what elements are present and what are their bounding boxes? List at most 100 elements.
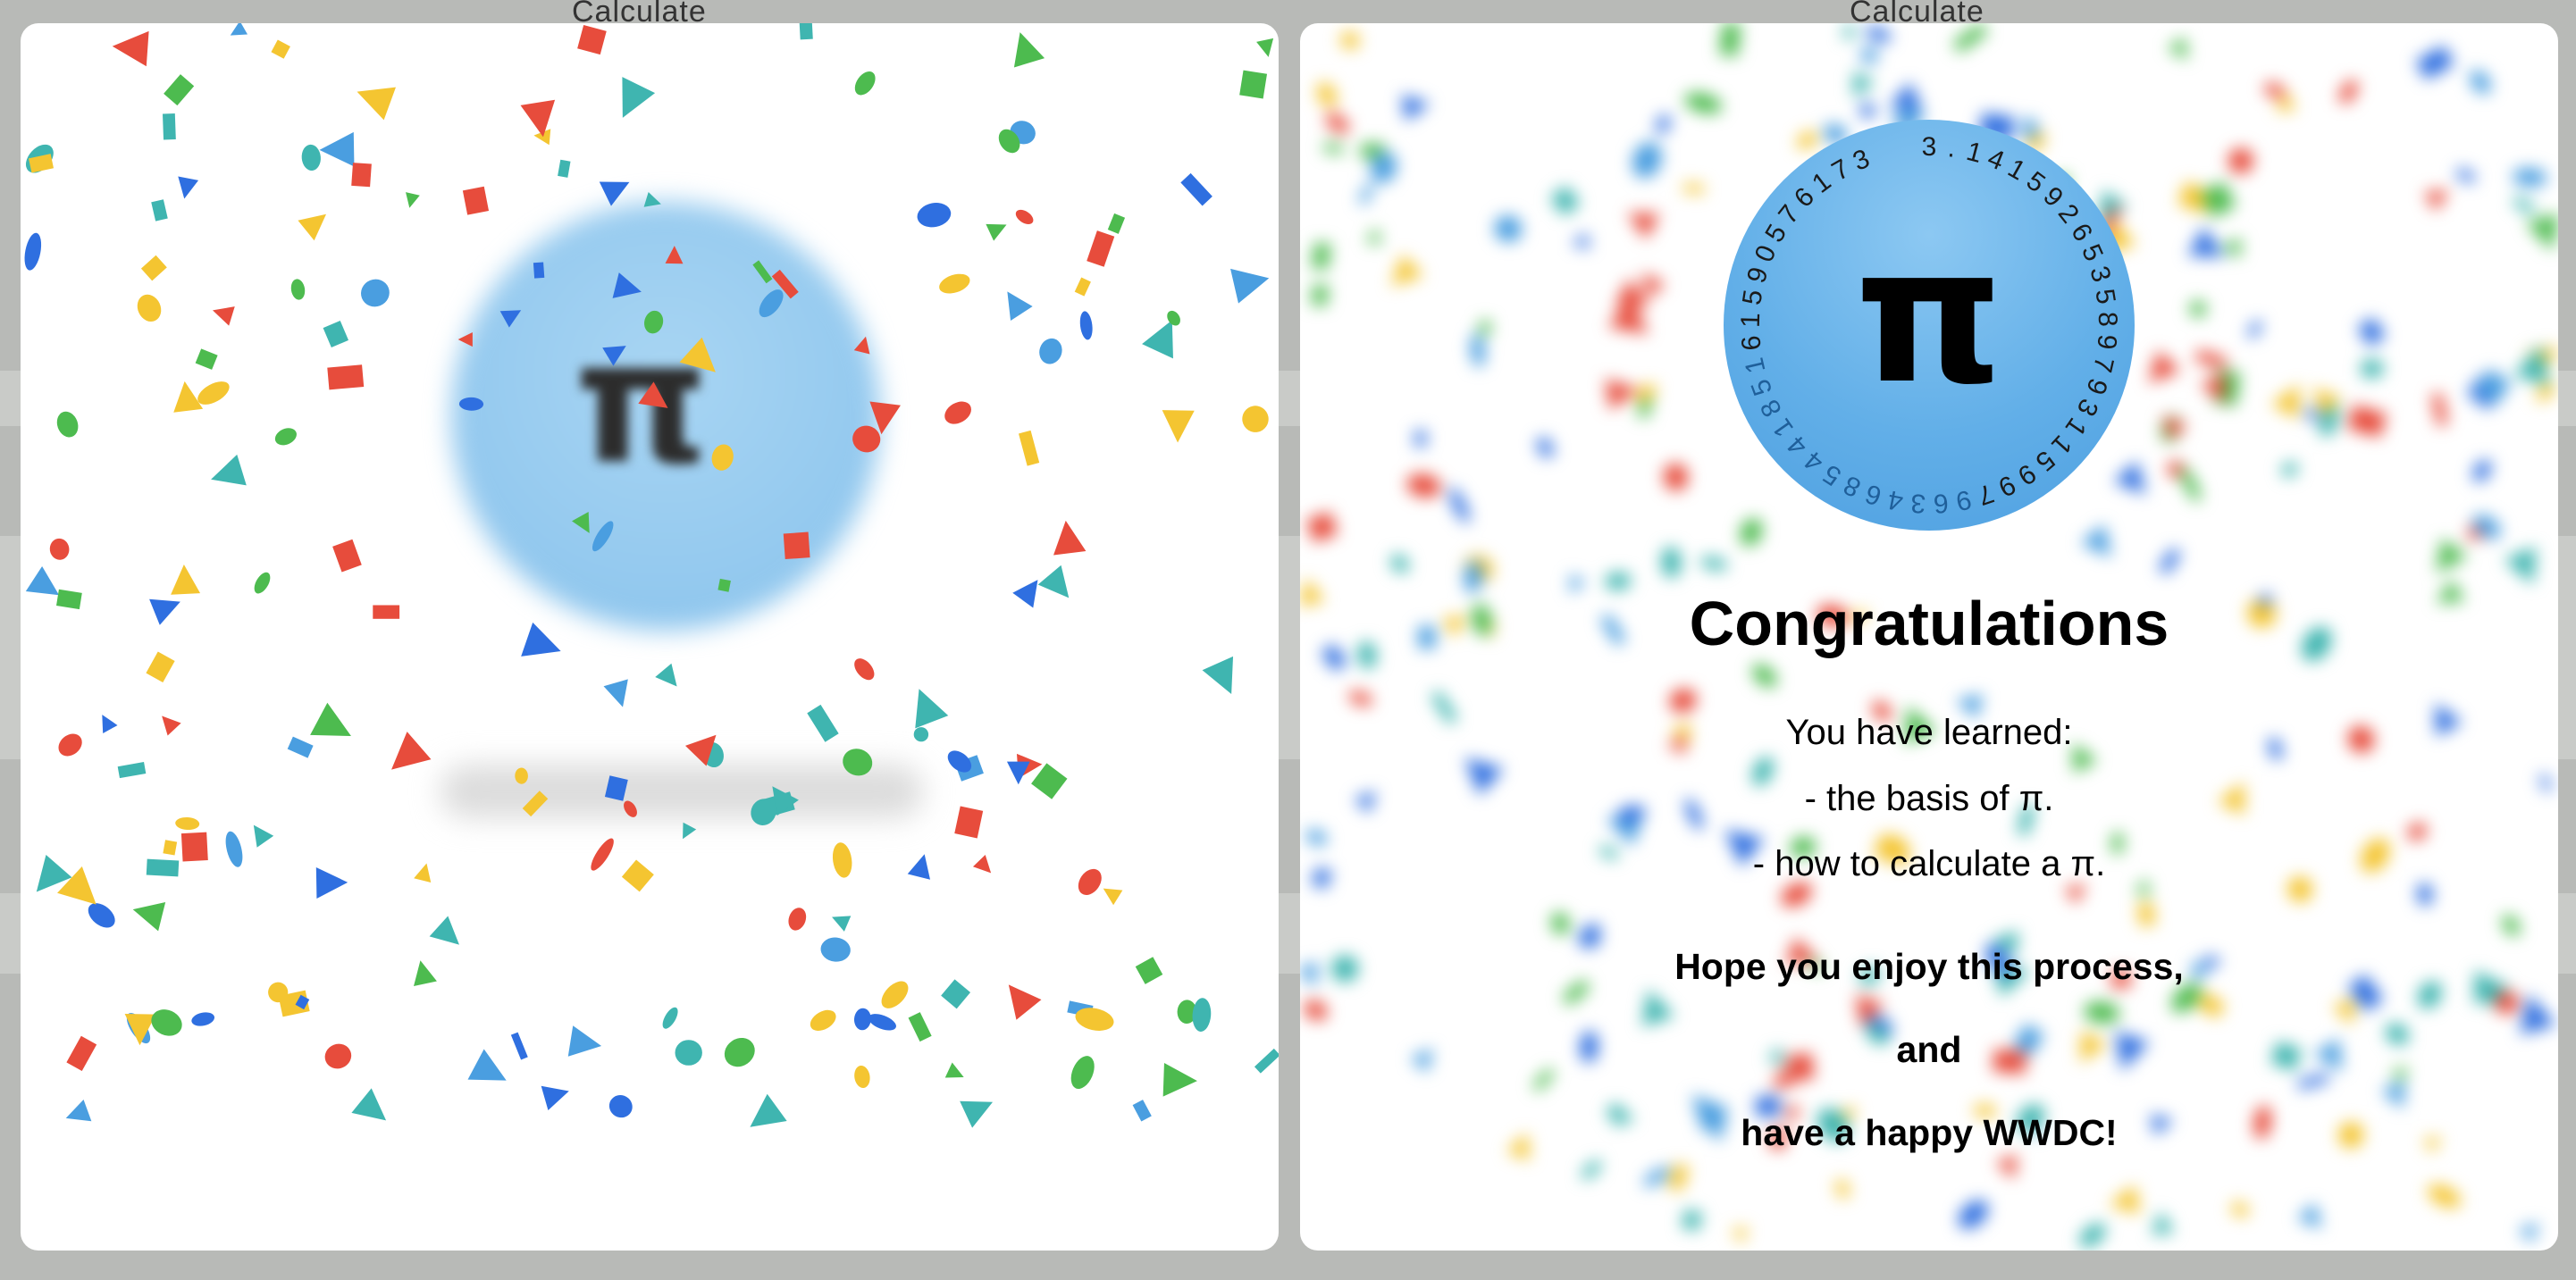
confetti-piece [1684, 92, 1723, 113]
confetti-piece [1242, 406, 1269, 432]
confetti-piece [66, 1035, 97, 1071]
confetti-piece [907, 854, 931, 880]
confetti-piece [254, 572, 271, 594]
confetti-piece [124, 1013, 156, 1046]
confetti-piece [58, 733, 82, 757]
confetti-piece [414, 863, 432, 883]
confetti-piece [56, 589, 82, 610]
confetti-piece [88, 903, 115, 928]
confetti-piece [467, 1049, 507, 1081]
confetti-piece [1448, 487, 1470, 523]
congratulations-title: Congratulations [1689, 589, 2169, 658]
confetti-piece [1239, 70, 1268, 99]
confetti-piece [854, 71, 876, 96]
confetti-piece [2513, 345, 2549, 385]
confetti-piece [2337, 79, 2360, 105]
confetti-piece [1859, 46, 1880, 65]
confetti-piece [351, 1088, 387, 1121]
confetti-piece [391, 732, 432, 770]
confetti-piece [591, 838, 614, 871]
confetti-piece [1535, 436, 1556, 459]
confetti-piece [1074, 277, 1091, 297]
confetti-piece [1952, 23, 1988, 53]
confetti-piece [287, 736, 314, 758]
confetti-piece [2472, 460, 2492, 482]
closing-line: have a happy WWDC! [1741, 1112, 2118, 1153]
confetti-piece [868, 1014, 896, 1031]
pi-badge: 3.14159265358979311599796346854418516159… [1724, 120, 2135, 531]
confetti-piece [36, 855, 72, 892]
confetti-piece [132, 901, 166, 932]
confetti-piece [2428, 1184, 2461, 1208]
confetti-piece [759, 289, 784, 318]
confetti-piece [151, 1009, 182, 1036]
confetti-piece [102, 715, 118, 734]
confetti-piece [319, 131, 355, 167]
confetti-piece [1853, 71, 1875, 98]
confetti-piece [1311, 284, 1329, 306]
confetti-piece [750, 1093, 787, 1127]
confetti-piece [592, 521, 614, 552]
confetti-piece [1641, 989, 1675, 1027]
confetti-piece [327, 364, 365, 390]
confetti-piece [499, 310, 522, 328]
confetti-piece [541, 1085, 569, 1110]
confetti-piece [1192, 998, 1212, 1032]
confetti-piece [2297, 1072, 2329, 1091]
confetti-piece [146, 651, 175, 683]
confetti-piece [151, 199, 168, 222]
confetti-piece [429, 916, 459, 945]
learned-label: You have learned: [1785, 713, 2073, 752]
confetti-piece [357, 87, 397, 121]
confetti-piece [1406, 473, 1441, 498]
confetti-piece [24, 232, 42, 271]
confetti-piece [724, 1037, 755, 1067]
confetti-piece [2357, 317, 2387, 347]
confetti-piece [854, 1065, 870, 1089]
confetti-piece [939, 273, 970, 294]
confetti-piece [137, 294, 162, 322]
confetti-piece [1551, 912, 1570, 935]
confetti-piece [843, 749, 873, 776]
confetti-piece [1053, 520, 1087, 556]
confetti-piece [954, 806, 984, 839]
confetti-piece [332, 539, 362, 573]
confetti-piece [195, 348, 218, 370]
left-panel: π [21, 23, 1279, 1251]
confetti-piece [662, 1007, 678, 1029]
confetti-piece [146, 858, 180, 877]
confetti-piece [1079, 311, 1093, 340]
confetti-piece [2436, 538, 2468, 573]
confetti-piece [608, 1095, 633, 1118]
confetti-piece [1324, 111, 1351, 136]
confetti-piece [56, 411, 79, 438]
confetti-piece [310, 702, 351, 737]
confetti-piece [2455, 167, 2476, 184]
confetti-piece [1078, 868, 1102, 895]
confetti-piece [414, 960, 437, 986]
confetti-piece [140, 255, 167, 281]
confetti-piece [599, 181, 630, 206]
confetti-piece [2180, 466, 2201, 503]
confetti-piece [1582, 1160, 1602, 1180]
confetti-piece [2136, 901, 2156, 927]
confetti-piece [1700, 556, 1728, 571]
confetti-piece [1531, 1067, 1556, 1092]
confetti-piece [1683, 183, 1704, 194]
confetti-piece [1572, 232, 1590, 249]
confetti-piece [944, 401, 971, 424]
confetti-piece [1162, 410, 1195, 443]
confetti-piece [577, 25, 607, 55]
confetti-piece [1018, 430, 1040, 466]
confetti-piece [462, 186, 490, 215]
confetti-piece [1732, 1227, 1749, 1244]
confetti-piece [2151, 1210, 2175, 1234]
confetti-piece [665, 246, 684, 264]
confetti-piece [1256, 38, 1274, 57]
confetti-piece [162, 113, 176, 140]
learned-item: - the basis of π. [1804, 779, 2054, 818]
confetti-piece [2415, 46, 2454, 80]
confetti-piece [567, 1025, 602, 1057]
confetti-piece [717, 578, 731, 592]
confetti-piece [180, 832, 208, 862]
